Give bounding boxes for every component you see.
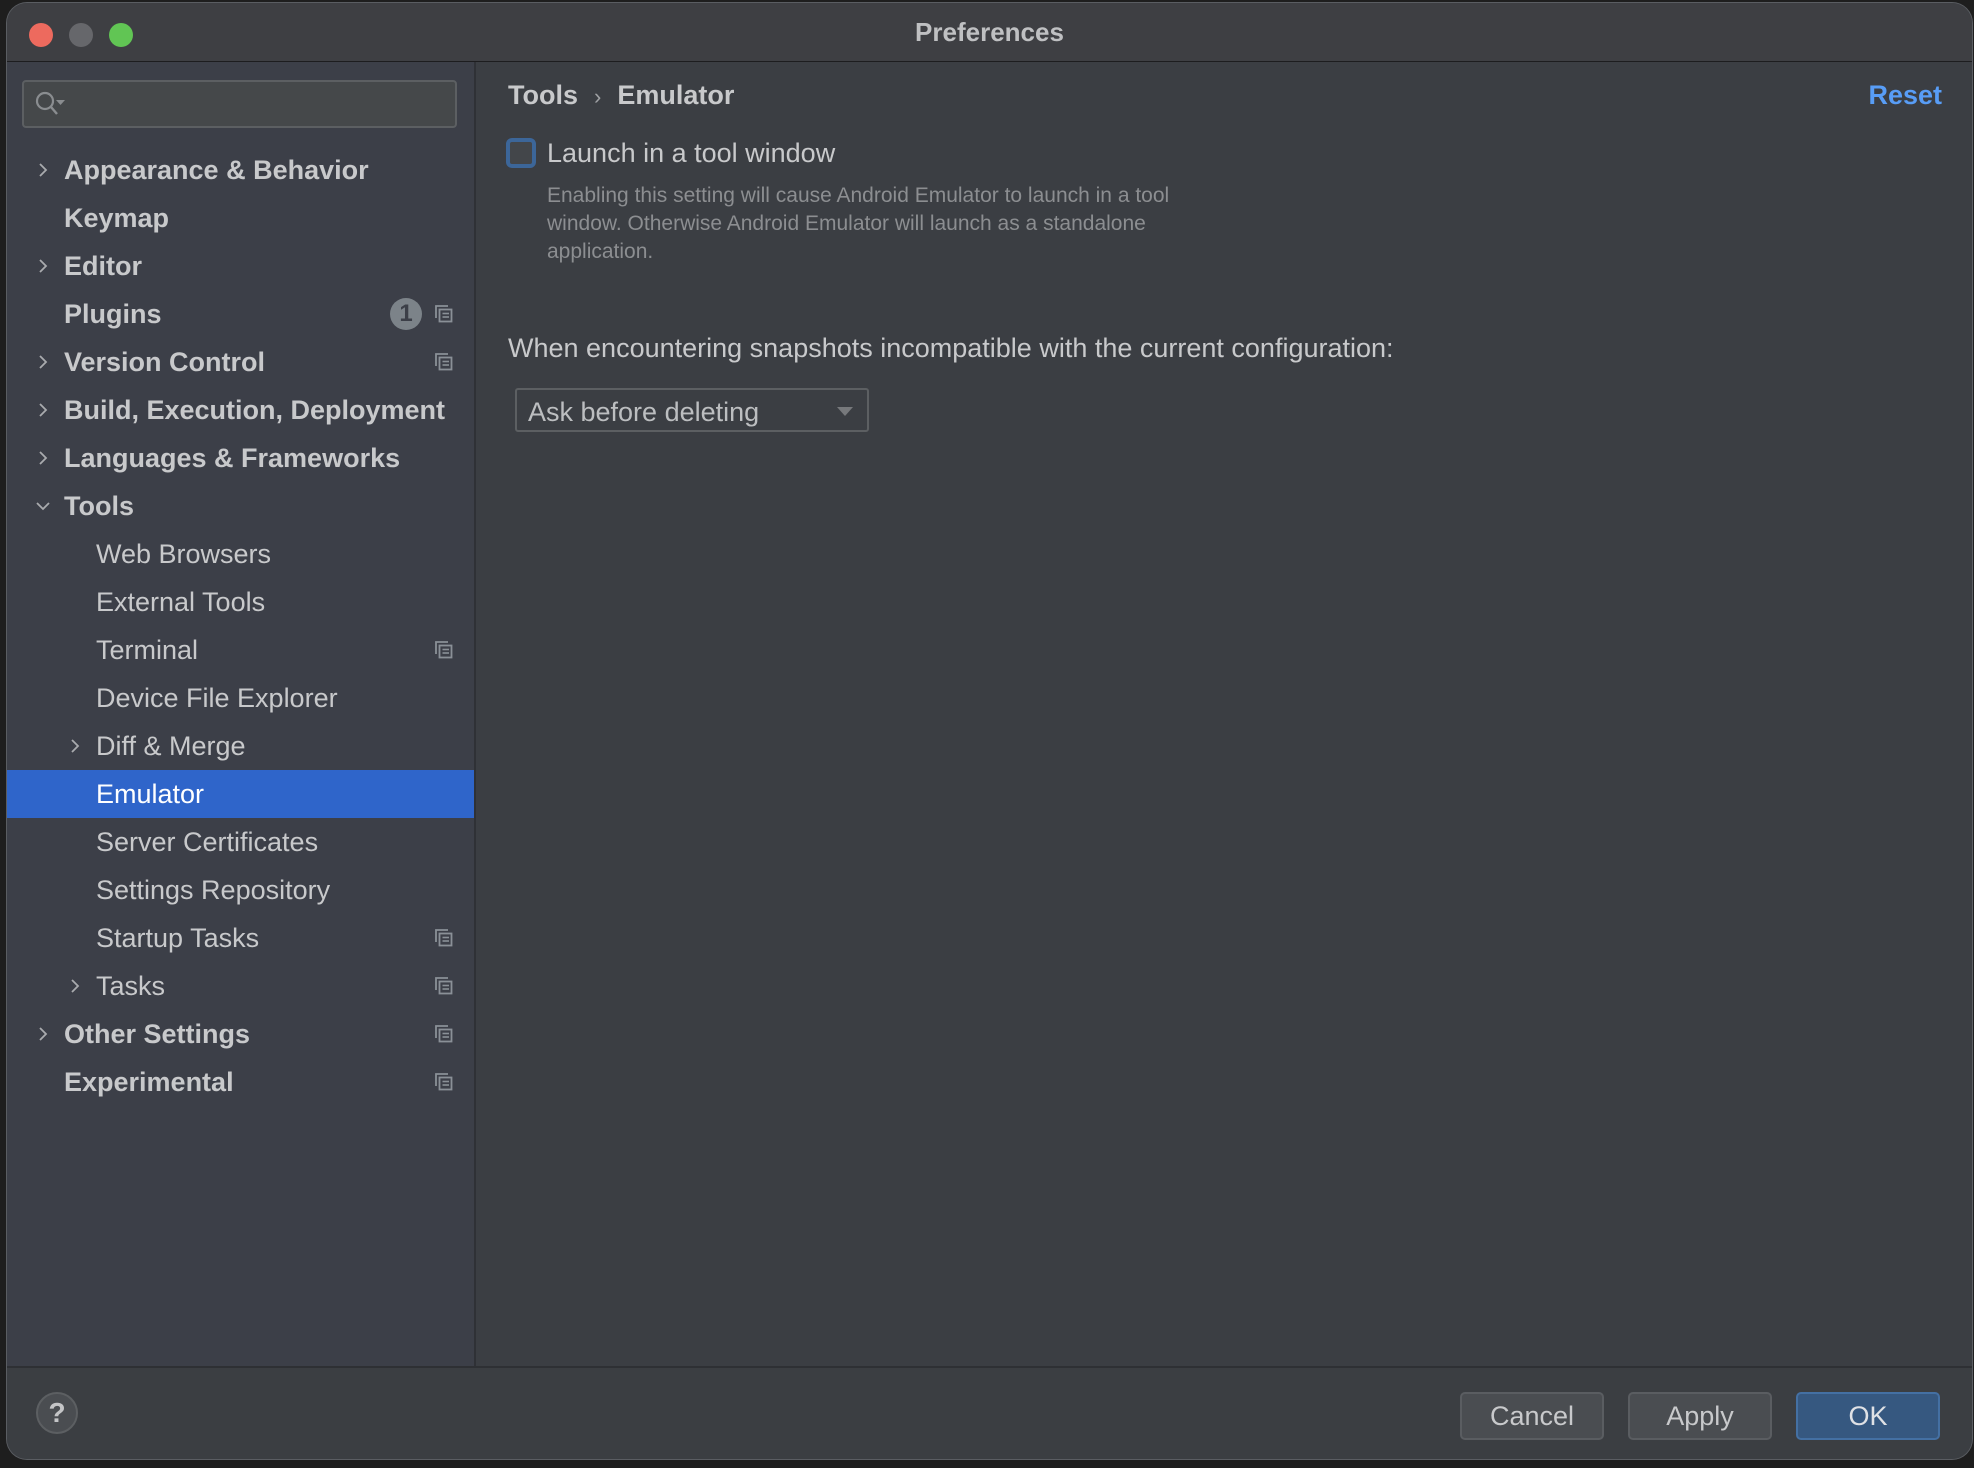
sidebar-item-server-certificates[interactable]: Server Certificates (7, 818, 474, 866)
help-button[interactable]: ? (36, 1392, 78, 1434)
sidebar-item-label: Build, Execution, Deployment (64, 394, 446, 425)
sidebar-item-label: Tools (64, 490, 134, 521)
sidebar-item-terminal[interactable]: Terminal (7, 626, 474, 674)
sidebar-item-languages-frameworks[interactable]: Languages & Frameworks (7, 434, 474, 482)
launch-in-tool-window-label[interactable]: Launch in a tool window (547, 138, 835, 169)
sidebar-item-plugins[interactable]: Plugins 1 (7, 290, 474, 338)
sidebar-item-label: Plugins (64, 298, 162, 329)
sidebar-item-emulator[interactable]: Emulator (7, 770, 474, 818)
breadcrumb-item-tools[interactable]: Tools (508, 80, 578, 110)
project-settings-icon (435, 977, 453, 995)
chevron-down-icon[interactable] (35, 498, 51, 514)
chevron-right-icon[interactable] (67, 738, 83, 754)
settings-sidebar: Appearance & Behavior Keymap Editor Plugins… (7, 62, 476, 1366)
settings-content: Tools › Emulator Reset Launch in a tool wi… (476, 62, 1972, 1366)
preferences-window: Preferences Appearance & Behavior Keymap E… (7, 3, 1972, 1459)
title-bar: Preferences (7, 3, 1972, 62)
project-settings-icon (435, 641, 453, 659)
reset-link[interactable]: Reset (1868, 80, 1942, 111)
sidebar-item-label: Languages & Frameworks (64, 442, 401, 473)
sidebar-item-experimental[interactable]: Experimental (7, 1058, 474, 1106)
update-count-badge: 1 (390, 298, 422, 330)
sidebar-item-version-control[interactable]: Version Control (7, 338, 474, 386)
launch-in-tool-window-description: Enabling this setting will cause Android… (547, 184, 1170, 263)
snapshot-policy-label: When encountering snapshots incompatible… (508, 333, 1394, 363)
breadcrumb: Tools › Emulator (508, 80, 734, 111)
sidebar-item-startup-tasks[interactable]: Startup Tasks (7, 914, 474, 962)
sidebar-item-label: Server Certificates (96, 826, 319, 857)
settings-tree: Appearance & Behavior Keymap Editor Plugins… (7, 146, 474, 1106)
chevron-right-icon[interactable] (35, 354, 51, 370)
settings-search-input[interactable] (22, 80, 457, 128)
sidebar-item-label: Startup Tasks (96, 922, 260, 953)
sidebar-item-label: Other Settings (64, 1018, 251, 1049)
sidebar-item-label: Appearance & Behavior (64, 154, 369, 185)
sidebar-item-label: Emulator (96, 778, 205, 809)
snapshot-policy-dropdown[interactable]: Ask before deleting (515, 388, 869, 432)
sidebar-item-external-tools[interactable]: External Tools (7, 578, 474, 626)
dialog-footer: ? Cancel Apply OK (7, 1366, 1972, 1459)
chevron-right-icon[interactable] (67, 978, 83, 994)
breadcrumb-item-emulator: Emulator (617, 80, 735, 110)
snapshot-policy-selected-value: Ask before deleting (528, 397, 760, 427)
breadcrumb-separator-icon: › (594, 84, 602, 109)
sidebar-item-label: Diff & Merge (96, 730, 246, 761)
chevron-right-icon[interactable] (35, 1026, 51, 1042)
window-title: Preferences (915, 17, 1064, 47)
sidebar-item-label: Editor (64, 250, 142, 281)
chevron-right-icon[interactable] (35, 258, 51, 274)
project-settings-icon (435, 1073, 453, 1091)
project-settings-icon (435, 353, 453, 371)
sidebar-item-label: Keymap (64, 202, 170, 233)
sidebar-item-label: Settings Repository (96, 874, 331, 905)
sidebar-item-device-file-explorer[interactable]: Device File Explorer (7, 674, 474, 722)
sidebar-item-tools[interactable]: Tools (7, 482, 474, 530)
ok-button[interactable]: OK (1796, 1392, 1940, 1440)
sidebar-item-appearance-behavior[interactable]: Appearance & Behavior (7, 146, 474, 194)
apply-button[interactable]: Apply (1628, 1392, 1772, 1440)
sidebar-item-label: External Tools (96, 586, 266, 617)
chevron-right-icon[interactable] (35, 402, 51, 418)
sidebar-item-build-execution-deployment[interactable]: Build, Execution, Deployment (7, 386, 474, 434)
launch-in-tool-window-checkbox[interactable] (506, 138, 536, 168)
sidebar-item-label: Device File Explorer (96, 682, 338, 713)
project-settings-icon (435, 1025, 453, 1043)
sidebar-item-label: Terminal (96, 634, 199, 665)
sidebar-item-web-browsers[interactable]: Web Browsers (7, 530, 474, 578)
project-settings-icon (435, 929, 453, 947)
sidebar-item-label: Version Control (64, 346, 266, 377)
chevron-right-icon[interactable] (35, 162, 51, 178)
chevron-down-icon (837, 407, 853, 416)
search-icon[interactable] (34, 90, 68, 118)
sidebar-item-editor[interactable]: Editor (7, 242, 474, 290)
sidebar-item-other-settings[interactable]: Other Settings (7, 1010, 474, 1058)
sidebar-item-settings-repository[interactable]: Settings Repository (7, 866, 474, 914)
cancel-button[interactable]: Cancel (1460, 1392, 1604, 1440)
sidebar-item-keymap[interactable]: Keymap (7, 194, 474, 242)
sidebar-item-label: Tasks (96, 970, 166, 1001)
sidebar-item-diff-merge[interactable]: Diff & Merge (7, 722, 474, 770)
sidebar-item-tasks[interactable]: Tasks (7, 962, 474, 1010)
chevron-right-icon[interactable] (35, 450, 51, 466)
sidebar-item-label: Web Browsers (96, 538, 272, 569)
project-settings-icon (435, 305, 453, 323)
sidebar-item-label: Experimental (64, 1066, 234, 1097)
